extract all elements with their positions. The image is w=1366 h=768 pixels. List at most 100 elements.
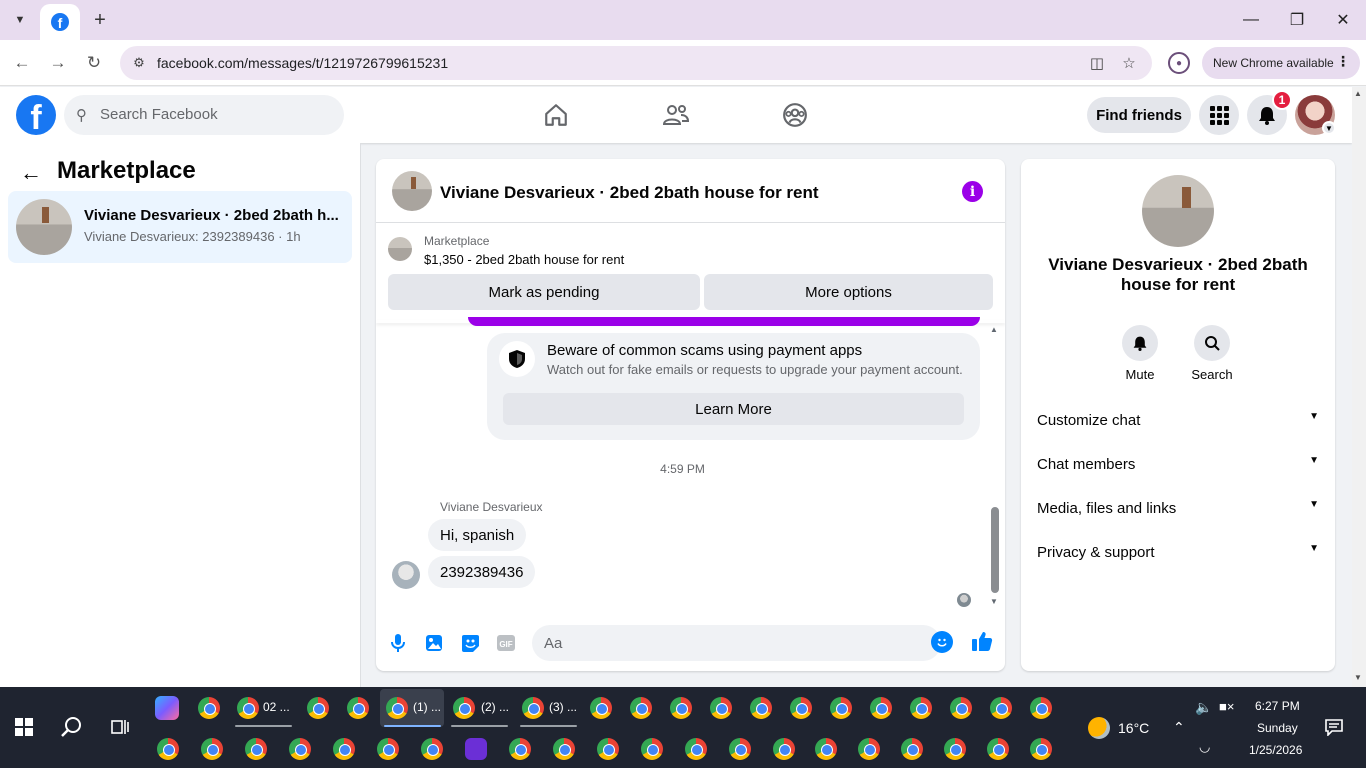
chrome-taskbar-icon[interactable]	[950, 697, 972, 719]
chrome-taskbar-icon[interactable]	[289, 738, 311, 760]
chrome-taskbar-icon[interactable]	[790, 697, 812, 719]
taskbar-window-label[interactable]: (1) ...	[413, 700, 441, 714]
chrome-menu-icon[interactable]: ⋮	[1336, 53, 1350, 70]
volume-icon[interactable]: 🔈	[1195, 699, 1212, 716]
weather-temp[interactable]: 16°C	[1118, 720, 1149, 736]
listing-price[interactable]: $1,350 - 2bed 2bath house for rent	[424, 252, 624, 267]
mark-as-pending-button[interactable]: Mark as pending	[388, 274, 700, 310]
chrome-taskbar-icon[interactable]	[1030, 697, 1052, 719]
chat-members-row[interactable]: Chat members ▼	[1029, 442, 1327, 486]
more-options-button[interactable]: More options	[704, 274, 993, 310]
chrome-taskbar-icon[interactable]	[333, 738, 355, 760]
facebook-logo[interactable]: f	[16, 95, 56, 135]
scroll-up-icon[interactable]: ▲	[990, 325, 998, 334]
reload-button[interactable]: ↻	[80, 49, 108, 77]
friends-icon[interactable]	[660, 99, 692, 131]
groups-icon[interactable]	[779, 99, 811, 131]
chrome-taskbar-icon[interactable]	[641, 738, 663, 760]
listing-thumbnail[interactable]	[388, 237, 412, 261]
minimize-button[interactable]: —	[1228, 6, 1274, 34]
customize-chat-row[interactable]: Customize chat ▼	[1029, 398, 1327, 442]
chrome-taskbar-icon[interactable]	[590, 697, 612, 719]
taskbar-window-label[interactable]: (2) ...	[481, 700, 509, 714]
install-app-icon[interactable]: ◫	[1086, 53, 1108, 73]
chrome-taskbar-icon[interactable]	[685, 738, 707, 760]
forward-button[interactable]: →	[44, 49, 72, 77]
chrome-taskbar-icon[interactable]	[630, 697, 652, 719]
conversation-item[interactable]: Viviane Desvarieux · 2bed 2bath h... Viv…	[8, 191, 352, 263]
app-taskbar-icon[interactable]	[465, 738, 487, 760]
back-button[interactable]: ←	[8, 49, 36, 77]
facebook-search-input[interactable]: ⚲ Search Facebook	[64, 95, 344, 135]
chrome-taskbar-icon[interactable]	[773, 738, 795, 760]
copilot-icon[interactable]	[155, 696, 179, 720]
chat-title[interactable]: Viviane Desvarieux · 2bed 2bath house fo…	[440, 183, 819, 203]
chrome-taskbar-icon[interactable]	[901, 738, 923, 760]
message-bubble[interactable]: Hi, spanish	[428, 519, 527, 551]
page-scrollbar[interactable]: ▲ ▼	[1352, 87, 1366, 687]
chat-scrollbar[interactable]	[991, 507, 999, 593]
profile-icon[interactable]: ●	[1168, 52, 1190, 74]
scroll-down-icon[interactable]: ▼	[990, 597, 998, 606]
chrome-taskbar-icon[interactable]	[307, 697, 329, 719]
network-icon[interactable]: ◡	[1199, 739, 1210, 755]
chrome-taskbar-icon[interactable]	[987, 738, 1009, 760]
chrome-taskbar-icon[interactable]	[729, 738, 751, 760]
chrome-taskbar-icon[interactable]	[990, 697, 1012, 719]
chrome-taskbar-icon[interactable]	[815, 738, 837, 760]
site-info-icon[interactable]: ⚙	[130, 54, 148, 72]
microphone-icon[interactable]	[386, 631, 410, 655]
search-in-chat-button[interactable]: Search	[1182, 325, 1242, 382]
show-hidden-icons-chevron-icon[interactable]: ⌃	[1173, 719, 1185, 736]
taskbar-window-label[interactable]: (3) ...	[549, 700, 577, 714]
chrome-taskbar-icon[interactable]	[386, 697, 408, 719]
page-scroll-up-icon[interactable]: ▲	[1354, 89, 1362, 98]
browser-tab-facebook[interactable]: f	[40, 4, 80, 40]
message-input[interactable]	[532, 625, 941, 661]
mute-button[interactable]: Mute	[1110, 325, 1170, 382]
notification-center-icon[interactable]	[1325, 718, 1343, 741]
chrome-taskbar-icon[interactable]	[201, 738, 223, 760]
chrome-taskbar-icon[interactable]	[710, 697, 732, 719]
chrome-taskbar-icon[interactable]	[157, 738, 179, 760]
taskbar-window-label[interactable]: 02 ...	[263, 700, 290, 714]
chrome-taskbar-icon[interactable]	[750, 697, 772, 719]
media-files-links-row[interactable]: Media, files and links ▼	[1029, 486, 1327, 530]
find-friends-button[interactable]: Find friends	[1087, 97, 1191, 133]
chrome-taskbar-icon[interactable]	[421, 738, 443, 760]
chrome-taskbar-icon[interactable]	[944, 738, 966, 760]
clock-day[interactable]: Sunday	[1257, 721, 1298, 735]
address-bar[interactable]: ⚙ facebook.com/messages/t/12197267996152…	[120, 46, 1152, 80]
chrome-taskbar-icon[interactable]	[870, 697, 892, 719]
chrome-taskbar-icon[interactable]	[670, 697, 692, 719]
chrome-taskbar-icon[interactable]	[198, 697, 220, 719]
gif-icon[interactable]: GIF	[494, 631, 518, 655]
info-icon[interactable]: i	[962, 181, 983, 202]
chrome-taskbar-icon[interactable]	[522, 697, 544, 719]
page-scroll-down-icon[interactable]: ▼	[1354, 673, 1362, 682]
learn-more-button[interactable]: Learn More	[503, 393, 964, 425]
chrome-taskbar-icon[interactable]	[347, 697, 369, 719]
task-view-icon[interactable]	[110, 717, 130, 742]
taskbar-search-icon[interactable]	[60, 715, 84, 744]
bookmark-star-icon[interactable]: ☆	[1118, 53, 1140, 73]
sticker-icon[interactable]	[458, 631, 482, 655]
windows-start-icon[interactable]	[15, 718, 33, 741]
chrome-taskbar-icon[interactable]	[453, 697, 475, 719]
chrome-taskbar-icon[interactable]	[910, 697, 932, 719]
details-avatar[interactable]	[1142, 175, 1214, 247]
chrome-taskbar-icon[interactable]	[245, 738, 267, 760]
clock-time[interactable]: 6:27 PM	[1255, 699, 1300, 713]
chrome-taskbar-icon[interactable]	[553, 738, 575, 760]
close-window-button[interactable]: ✕	[1320, 6, 1366, 34]
url-text[interactable]: facebook.com/messages/t/1219726799615231	[157, 55, 448, 71]
emoji-icon[interactable]	[931, 631, 953, 653]
privacy-support-row[interactable]: Privacy & support ▼	[1029, 530, 1327, 574]
restore-button[interactable]: ❐	[1274, 6, 1320, 34]
menu-grid-icon[interactable]	[1199, 95, 1239, 135]
back-arrow-icon[interactable]: ←	[20, 160, 42, 186]
chrome-taskbar-icon[interactable]	[597, 738, 619, 760]
like-thumb-icon[interactable]	[970, 629, 994, 653]
chrome-taskbar-icon[interactable]	[377, 738, 399, 760]
photo-icon[interactable]	[422, 631, 446, 655]
